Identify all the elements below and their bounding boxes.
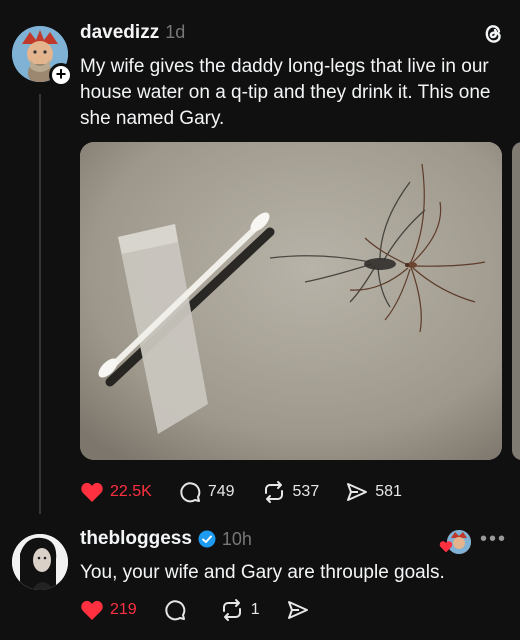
comment-icon xyxy=(165,600,186,621)
verified-icon xyxy=(198,530,216,548)
threads-logo-icon[interactable] xyxy=(480,20,506,46)
heart-icon xyxy=(81,600,103,620)
reply-button[interactable] xyxy=(163,598,193,622)
post-image[interactable] xyxy=(80,142,502,460)
post-time: 1d xyxy=(165,22,186,42)
next-image-peek[interactable] xyxy=(512,142,520,460)
share-button[interactable] xyxy=(286,598,316,622)
repost-button[interactable]: 537 xyxy=(261,480,320,504)
like-button[interactable]: 219 xyxy=(80,599,137,621)
username[interactable]: davedizz xyxy=(80,22,159,43)
like-count: 219 xyxy=(110,601,137,618)
heart-icon xyxy=(439,541,453,553)
heart-icon xyxy=(81,482,103,502)
repost-icon xyxy=(264,481,283,503)
like-count: 22.5K xyxy=(110,483,152,500)
reply-text: You, your wife and Gary are throuple goa… xyxy=(80,562,445,583)
spider-photo xyxy=(80,142,502,460)
comment-icon xyxy=(180,482,201,503)
avatar-image xyxy=(12,534,68,590)
username[interactable]: thebloggess xyxy=(80,528,192,550)
post-actions: 22.5K 749 537 581 xyxy=(80,478,428,506)
reply-actions: 219 1 xyxy=(80,596,342,624)
repost-count: 537 xyxy=(292,483,320,500)
thread-line xyxy=(39,94,41,514)
avatar[interactable] xyxy=(12,534,68,590)
repost-button[interactable]: 1 xyxy=(219,598,260,622)
more-icon[interactable]: ••• xyxy=(480,528,507,551)
like-button[interactable]: 22.5K xyxy=(80,481,152,503)
repost-count: 1 xyxy=(250,601,260,618)
share-count: 581 xyxy=(375,483,402,500)
reply-author[interactable]: thebloggess 10h xyxy=(80,528,252,550)
reply-count: 749 xyxy=(207,483,235,500)
share-icon xyxy=(287,601,308,619)
share-icon xyxy=(347,483,368,501)
post-text: My wife gives the daddy long-legs that l… xyxy=(80,56,491,129)
reply-button[interactable]: 749 xyxy=(178,480,235,504)
reply-time: 10h xyxy=(221,528,252,549)
post-author[interactable]: davedizz 1d xyxy=(80,22,185,44)
repost-icon xyxy=(222,599,241,621)
follow-plus-icon[interactable]: + xyxy=(49,63,73,87)
share-button[interactable]: 581 xyxy=(345,480,402,504)
